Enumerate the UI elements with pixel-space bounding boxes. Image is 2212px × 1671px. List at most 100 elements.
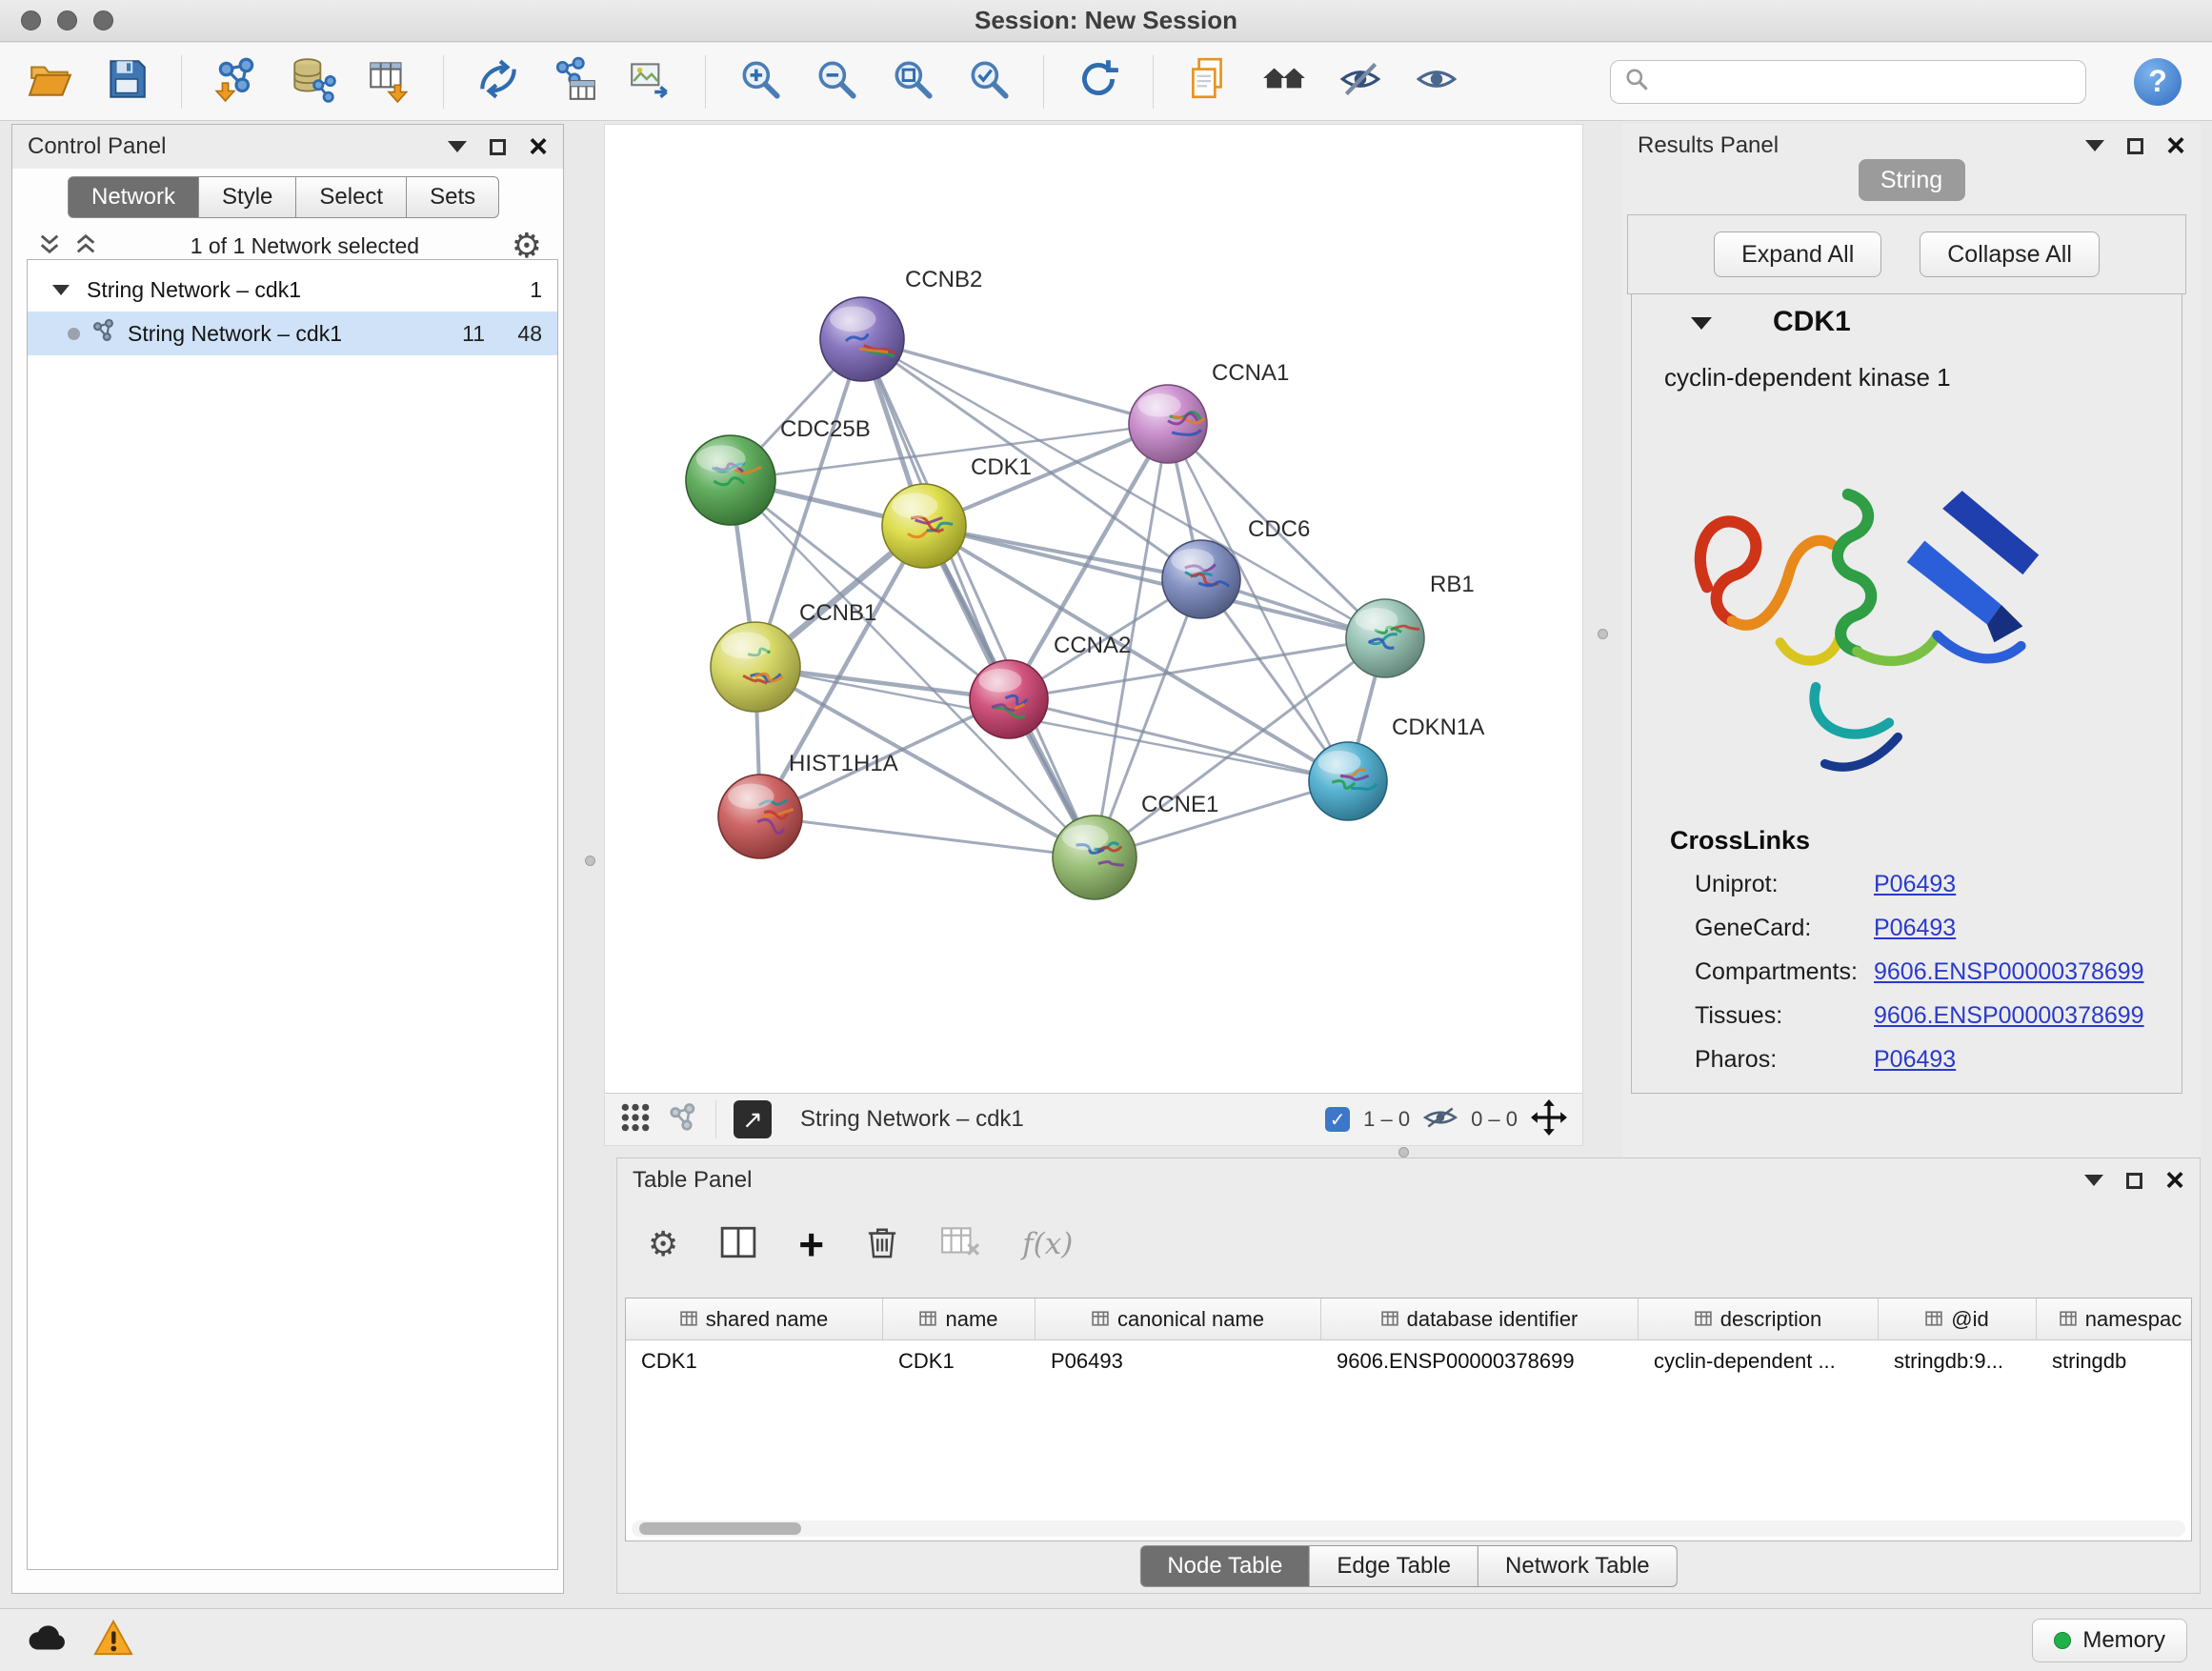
node-highlight bbox=[721, 632, 771, 658]
column-header-description[interactable]: description bbox=[1639, 1299, 1879, 1339]
network-table-button[interactable] bbox=[549, 56, 600, 108]
search-field[interactable] bbox=[1610, 60, 2086, 104]
collapse-all-button[interactable]: Collapse All bbox=[1920, 232, 2100, 277]
column-header-id[interactable]: @id bbox=[1879, 1299, 2037, 1339]
panel-close-button[interactable]: × bbox=[529, 131, 548, 163]
window-minimize-button[interactable] bbox=[57, 10, 77, 30]
panel-float-button[interactable] bbox=[2084, 1175, 2103, 1186]
table-toolbar: ⚙ + f(x) bbox=[648, 1218, 1073, 1271]
zoom-out-button[interactable] bbox=[811, 56, 862, 108]
expand-all-networks-icon[interactable] bbox=[73, 232, 98, 261]
zoom-in-icon bbox=[736, 55, 784, 108]
graph-edge[interactable] bbox=[862, 339, 1168, 424]
tab-node-table[interactable]: Node Table bbox=[1139, 1545, 1310, 1587]
tab-network-table[interactable]: Network Table bbox=[1478, 1545, 1678, 1587]
crosslink-link[interactable]: P06493 bbox=[1874, 1046, 1956, 1074]
panel-close-button[interactable]: × bbox=[2165, 1164, 2184, 1197]
column-header-database-identifier[interactable]: database identifier bbox=[1321, 1299, 1639, 1339]
function-builder-button[interactable]: f(x) bbox=[1022, 1227, 1073, 1261]
splitter-handle[interactable] bbox=[1398, 1147, 1409, 1158]
panel-float-button[interactable] bbox=[448, 141, 467, 152]
tab-select[interactable]: Select bbox=[296, 176, 407, 218]
delete-table-icon[interactable] bbox=[940, 1226, 980, 1263]
splitter-handle[interactable] bbox=[585, 856, 595, 866]
network-options-gear-icon[interactable]: ⚙ bbox=[512, 229, 542, 263]
column-header-namespace[interactable]: namespac bbox=[2037, 1299, 2192, 1339]
crosslink-link[interactable]: 9606.ENSP00000378699 bbox=[1874, 1002, 2144, 1030]
network-bullet-icon bbox=[68, 328, 80, 340]
column-header-shared-name[interactable]: shared name bbox=[626, 1299, 883, 1339]
pan-tool-icon[interactable] bbox=[1531, 1099, 1567, 1140]
refresh-button[interactable] bbox=[1073, 56, 1124, 108]
scrollbar-thumb[interactable] bbox=[639, 1522, 801, 1535]
zoom-out-icon bbox=[813, 55, 860, 108]
crosslink-link[interactable]: P06493 bbox=[1874, 871, 1956, 898]
tab-edge-table[interactable]: Edge Table bbox=[1310, 1545, 1478, 1587]
show-graphics-details-button[interactable] bbox=[1411, 56, 1462, 108]
horizontal-scrollbar[interactable] bbox=[632, 1520, 2185, 1537]
zoom-in-button[interactable] bbox=[734, 56, 786, 108]
network-label: String Network – cdk1 bbox=[128, 321, 342, 347]
window-zoom-button[interactable] bbox=[93, 10, 113, 30]
help-button[interactable]: ? bbox=[2134, 58, 2182, 106]
graph-node-label: CDC6 bbox=[1248, 516, 1310, 542]
add-column-icon[interactable]: + bbox=[798, 1222, 824, 1266]
node-highlight bbox=[978, 669, 1021, 693]
memory-button[interactable]: Memory bbox=[2032, 1619, 2187, 1662]
crosslink-link[interactable]: 9606.ENSP00000378699 bbox=[1874, 958, 2144, 986]
collapse-all-networks-icon[interactable] bbox=[37, 232, 62, 261]
table-tabs: Node Table Edge Table Network Table bbox=[1139, 1545, 1677, 1587]
network-share-view-icon[interactable] bbox=[668, 1102, 698, 1137]
table-row[interactable]: CDK1 CDK1 P06493 9606.ENSP00000378699 cy… bbox=[626, 1340, 2191, 1382]
tab-sets[interactable]: Sets bbox=[407, 176, 499, 218]
panel-maximize-button[interactable] bbox=[490, 139, 506, 155]
gene-section-caret-icon[interactable] bbox=[1691, 317, 1712, 330]
birdseye-view-button[interactable]: ↗ bbox=[734, 1100, 772, 1138]
zoom-selected-button[interactable] bbox=[963, 56, 1015, 108]
hide-graphics-button[interactable] bbox=[1335, 56, 1386, 108]
new-network-from-selection-button[interactable] bbox=[473, 56, 524, 108]
warning-icon-button[interactable] bbox=[93, 1619, 133, 1661]
network-collection-row[interactable]: String Network – cdk1 1 bbox=[28, 268, 557, 312]
cloud-icon-button[interactable] bbox=[25, 1621, 69, 1659]
panel-float-button[interactable] bbox=[2085, 140, 2104, 151]
import-network-from-file-button[interactable] bbox=[211, 56, 262, 108]
column-header-name[interactable]: name bbox=[883, 1299, 1036, 1339]
zoom-fit-icon bbox=[889, 55, 936, 108]
clipboard-button[interactable] bbox=[1182, 56, 1234, 108]
open-session-button[interactable] bbox=[25, 56, 76, 108]
grid-view-icon[interactable] bbox=[620, 1102, 651, 1137]
graph-node-label: CDK1 bbox=[971, 454, 1032, 480]
show-all-views-button[interactable] bbox=[1258, 56, 1310, 108]
network-row[interactable]: String Network – cdk1 11 48 bbox=[28, 312, 557, 355]
hidden-eye-slash-icon[interactable] bbox=[1423, 1105, 1458, 1135]
graph-edge[interactable] bbox=[760, 816, 1095, 857]
export-image-button[interactable] bbox=[625, 56, 676, 108]
panel-maximize-button[interactable] bbox=[2127, 138, 2143, 154]
tab-style[interactable]: Style bbox=[199, 176, 296, 218]
import-network-from-database-button[interactable] bbox=[287, 56, 338, 108]
import-table-from-file-button[interactable] bbox=[363, 56, 414, 108]
gene-description: cyclin-dependent kinase 1 bbox=[1664, 363, 1951, 393]
search-input[interactable] bbox=[1659, 69, 2072, 95]
network-canvas[interactable]: CCNB2CCNA1CDC25BCDK1CDC6RB1CCNB1CCNA2CDK… bbox=[605, 125, 1584, 1093]
table-settings-gear-icon[interactable]: ⚙ bbox=[648, 1227, 678, 1261]
expand-all-button[interactable]: Expand All bbox=[1714, 232, 1881, 277]
panel-maximize-button[interactable] bbox=[2126, 1173, 2142, 1189]
collection-caret-icon[interactable] bbox=[52, 285, 70, 295]
graph-edge[interactable] bbox=[924, 526, 1385, 638]
save-session-button[interactable] bbox=[101, 56, 152, 108]
node-highlight bbox=[696, 445, 746, 472]
show-columns-icon[interactable] bbox=[720, 1226, 756, 1263]
delete-column-trash-icon[interactable] bbox=[866, 1224, 898, 1265]
panel-close-button[interactable]: × bbox=[2166, 130, 2185, 162]
selected-checkbox-icon[interactable]: ✓ bbox=[1325, 1107, 1350, 1132]
graph-edge[interactable] bbox=[862, 339, 1095, 857]
string-tab-badge[interactable]: String bbox=[1859, 159, 1965, 201]
zoom-fit-button[interactable] bbox=[887, 56, 938, 108]
window-close-button[interactable] bbox=[21, 10, 41, 30]
crosslink-link[interactable]: P06493 bbox=[1874, 915, 1956, 942]
tab-network[interactable]: Network bbox=[68, 176, 199, 218]
splitter-handle[interactable] bbox=[1598, 629, 1608, 639]
column-header-canonical-name[interactable]: canonical name bbox=[1036, 1299, 1321, 1339]
